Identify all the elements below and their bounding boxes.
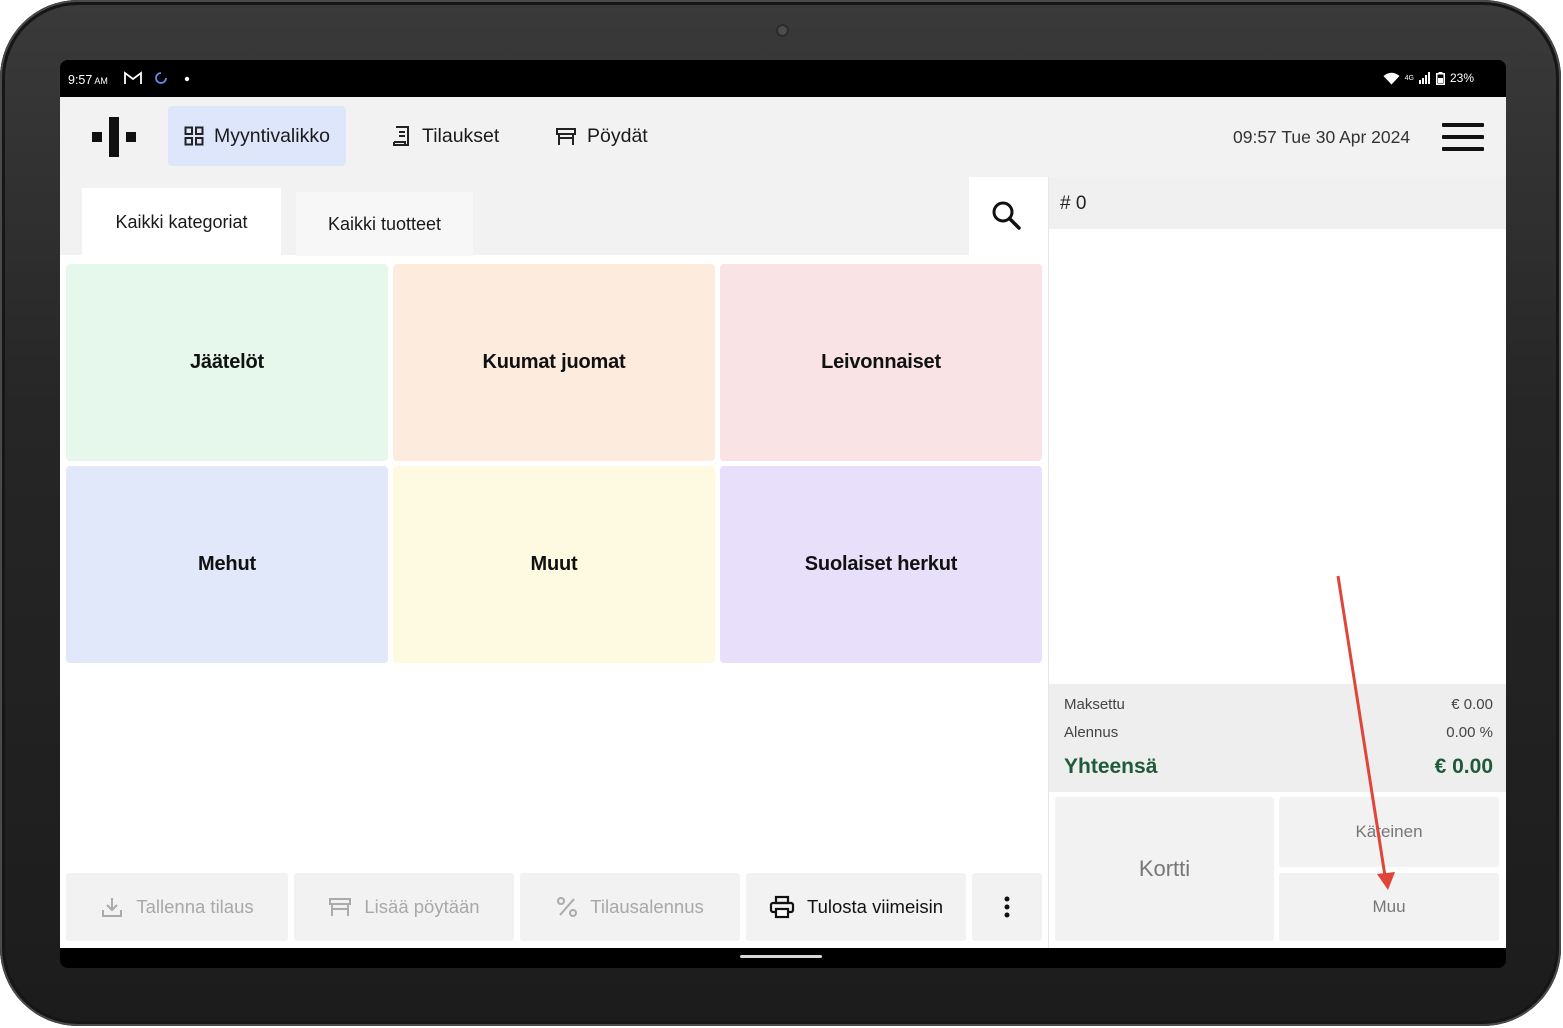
discount-value: 0.00 % [1446, 724, 1493, 741]
battery-icon [1435, 71, 1445, 85]
category-tile[interactable]: Suolaiset herkut [720, 466, 1042, 663]
receipt-icon [393, 126, 409, 146]
order-header: # 0 [1049, 177, 1506, 229]
top-navbar: Myyntivalikko Tilaukset Pöydät 09:57 Tue… [60, 97, 1506, 177]
status-bar: 9:57 AM 4G 23% [60, 60, 1506, 97]
wifi-icon [1383, 72, 1400, 84]
pay-cash-button[interactable]: Käteinen [1279, 797, 1499, 867]
screen: 9:57 AM 4G 23% Myyntivalikko Tilaukset P… [60, 60, 1506, 968]
category-tile[interactable]: Leivonnaiset [720, 264, 1042, 461]
tablet-frame: 9:57 AM 4G 23% Myyntivalikko Tilaukset P… [0, 0, 1561, 1026]
notification-dot-icon [184, 76, 190, 82]
save-order-button[interactable]: Tallenna tilaus [66, 873, 288, 941]
order-discount-button[interactable]: Tilausalennus [520, 873, 740, 941]
table-icon [329, 898, 352, 916]
pay-other-button[interactable]: Muu [1279, 873, 1499, 941]
app-logo-icon[interactable] [92, 117, 136, 157]
category-tile[interactable]: Mehut [66, 466, 388, 663]
order-summary: Maksettu € 0.00 Alennus 0.00 % Yhteensä … [1049, 684, 1506, 792]
tab-kaikki-kategoriat[interactable]: Kaikki kategoriat [82, 188, 281, 257]
status-time: 9:57 AM [68, 73, 108, 87]
category-tile[interactable]: Jäätelöt [66, 264, 388, 461]
signal-icon [1418, 72, 1430, 84]
printer-icon [769, 895, 795, 919]
status-right: 4G 23% [1383, 71, 1474, 85]
table-icon [556, 128, 576, 145]
more-options-button[interactable] [972, 873, 1042, 941]
sync-icon [155, 72, 167, 84]
search-button[interactable] [969, 177, 1048, 255]
download-icon [102, 898, 123, 917]
gesture-bar[interactable] [740, 955, 822, 958]
more-vertical-icon [1004, 896, 1010, 918]
pay-card-button[interactable]: Kortti [1055, 797, 1274, 941]
nav-label: Myyntivalikko [214, 124, 330, 147]
nav-datetime: 09:57 Tue 30 Apr 2024 [1233, 127, 1411, 147]
order-panel: # 0 Maksettu € 0.00 Alennus 0.00 % Yhtee… [1048, 177, 1506, 948]
nav-poydat[interactable]: Pöydät [539, 106, 664, 166]
catalog-panel: Kaikki kategoriat Kaikki tuotteet Jäätel… [60, 177, 1048, 948]
hamburger-menu-icon[interactable] [1442, 123, 1484, 151]
nav-myyntivalikko[interactable]: Myyntivalikko [168, 106, 346, 166]
nav-tilaukset[interactable]: Tilaukset [376, 106, 515, 166]
order-discount-label: Tilausalennus [590, 896, 704, 917]
paid-value: € 0.00 [1451, 696, 1493, 713]
total-value: € 0.00 [1434, 755, 1493, 778]
discount-label: Alennus [1064, 724, 1119, 741]
total-label: Yhteensä [1064, 755, 1158, 778]
print-last-label: Tulosta viimeisin [806, 896, 944, 917]
add-to-table-button[interactable]: Lisää pöytään [294, 873, 514, 941]
front-camera [776, 24, 789, 37]
pos-app: Myyntivalikko Tilaukset Pöydät 09:57 Tue… [60, 97, 1506, 948]
category-tile[interactable]: Kuumat juomat [393, 264, 715, 461]
save-order-label: Tallenna tilaus [136, 896, 254, 917]
percent-icon [557, 897, 578, 917]
search-icon [992, 201, 1021, 230]
category-tile[interactable]: Muut [393, 466, 715, 663]
tab-kaikki-tuotteet[interactable]: Kaikki tuotteet [296, 192, 473, 256]
grid-icon [184, 126, 204, 146]
battery-percent: 23% [1449, 71, 1474, 85]
nav-label: Pöydät [587, 124, 648, 147]
action-bar: Tallenna tilaus Lisää pöytään Tilausalen… [66, 873, 1042, 941]
add-to-table-label: Lisää pöytään [364, 896, 480, 917]
print-last-button[interactable]: Tulosta viimeisin [746, 873, 966, 941]
paid-label: Maksettu [1064, 696, 1125, 713]
nav-label: Tilaukset [422, 124, 500, 147]
network-type: 4G [1404, 74, 1414, 82]
order-number: # 0 [1060, 193, 1087, 214]
category-tabs: Kaikki kategoriat Kaikki tuotteet [60, 177, 1048, 257]
gmail-icon [124, 71, 142, 84]
